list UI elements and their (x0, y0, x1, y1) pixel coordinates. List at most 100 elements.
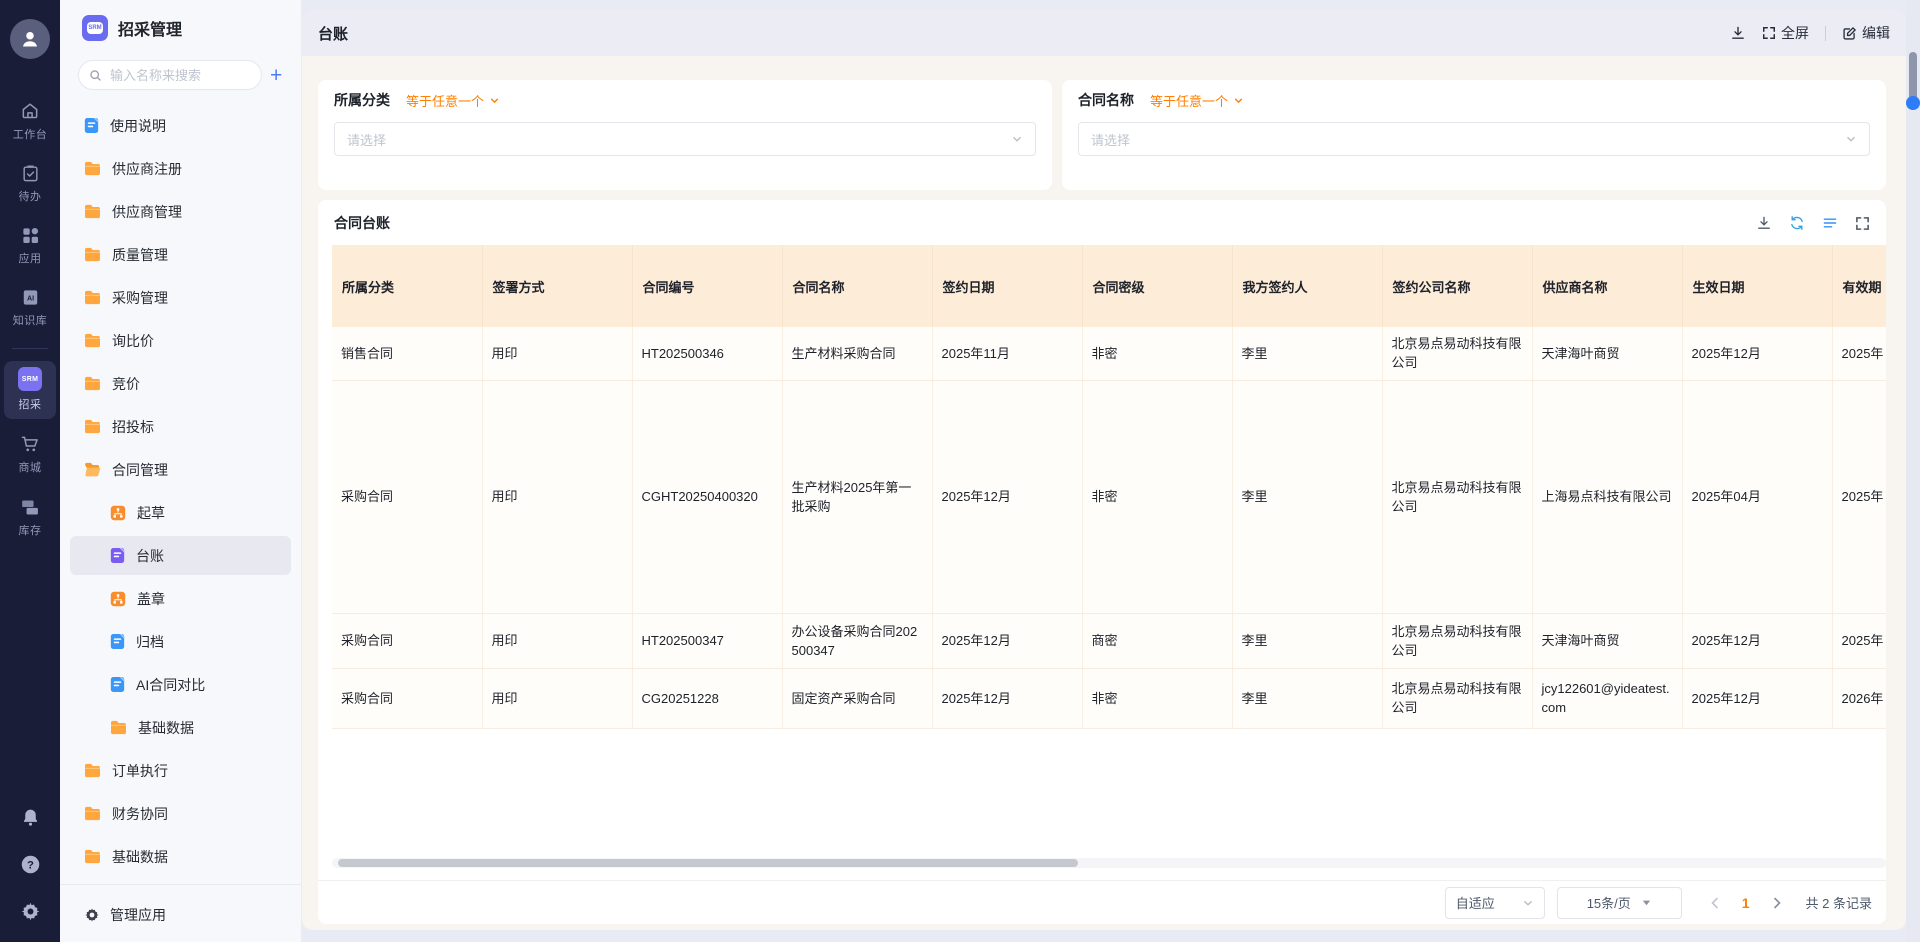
rail-item-inventory[interactable]: 库存 (4, 491, 56, 545)
table-row[interactable]: 采购合同用印HT202500347办公设备采购合同2025003472025年1… (332, 613, 1886, 668)
sidebar-item-bidding[interactable]: 竞价 (60, 362, 301, 405)
sidebar-item-label: 质量管理 (112, 245, 168, 265)
filter-operator[interactable]: 等于任意一个 (1150, 91, 1244, 110)
table-columns-menu-icon[interactable] (1822, 215, 1838, 231)
sidebar-item-label: 合同管理 (112, 460, 168, 480)
folder-icon (84, 849, 101, 864)
sidebar-item-draft[interactable]: 起草 (60, 491, 301, 534)
sidebar-item-tender[interactable]: 招投标 (60, 405, 301, 448)
contract-table: 所属分类签署方式合同编号合同名称签约日期合同密级我方签约人签约公司名称供应商名称… (332, 245, 1886, 729)
search-icon (89, 69, 102, 82)
rail-item-todo[interactable]: 待办 (4, 158, 56, 211)
table-toolbar (1756, 215, 1870, 231)
download-icon (1730, 25, 1746, 41)
sidebar-item-purchase-manage[interactable]: 采购管理 (60, 276, 301, 319)
table-cell: 2025年12月 (1682, 613, 1832, 668)
sidebar-item-ai-contract-compare[interactable]: AI合同对比 (60, 663, 301, 706)
sidebar-item-order-execution[interactable]: 订单执行 (60, 749, 301, 792)
page-title: 台账 (318, 23, 348, 44)
table-cell: 2025年11月 (932, 327, 1082, 380)
filter-value-select[interactable]: 请选择 (1078, 122, 1870, 156)
vertical-scrollbar-track[interactable] (1906, 0, 1920, 942)
filter-labels: 所属分类等于任意一个 (334, 90, 500, 110)
fullscreen-icon (1762, 26, 1776, 40)
sidebar-item-label: 归档 (136, 632, 164, 652)
table-cell: 北京易点易动科技有限公司 (1382, 613, 1532, 668)
rail-divider (12, 348, 48, 349)
scroll-drag-handle[interactable] (1906, 96, 1920, 110)
table-cell: 采购合同 (332, 613, 482, 668)
sidebar-item-manage-apps[interactable]: 管理应用 (84, 898, 166, 932)
sidebar-item-label: 盖章 (137, 589, 165, 609)
search-input[interactable] (108, 67, 251, 84)
sidebar-item-supplier-register[interactable]: 供应商注册 (60, 147, 301, 190)
filter-field-label: 合同名称 (1078, 90, 1134, 110)
settings-gear-icon[interactable] (20, 901, 41, 922)
sidebar-item-seal[interactable]: 盖章 (60, 577, 301, 620)
bell-icon[interactable] (20, 807, 41, 828)
doc-blue-icon (110, 676, 125, 693)
sidebar-item-ledger[interactable]: 台账 (60, 534, 301, 577)
table-cell: 固定资产采购合同 (782, 668, 932, 728)
rail-item-apps[interactable]: 应用 (4, 220, 56, 273)
sidebar-item-base-data-contract[interactable]: 基础数据 (60, 706, 301, 749)
rail-item-knowledge[interactable]: AI知识库 (4, 282, 56, 335)
table-row[interactable]: 采购合同用印CG20251228固定资产采购合同2025年12月非密李里北京易点… (332, 668, 1886, 728)
contract-ledger-card: 合同台账 (318, 200, 1886, 924)
rail-item-label: 待办 (19, 188, 42, 204)
folder-icon (84, 419, 101, 434)
search-box[interactable] (78, 60, 262, 90)
folder-icon (84, 806, 101, 821)
column-header: 生效日期 (1682, 245, 1832, 327)
rail-item-workbench[interactable]: 工作台 (4, 95, 56, 149)
table-row[interactable]: 采购合同用印CGHT20250400320生产材料2025年第一批采购2025年… (332, 380, 1886, 613)
current-page-number[interactable]: 1 (1742, 895, 1750, 911)
table-row[interactable]: 销售合同用印HT202500346生产材料采购合同2025年11月非密李里北京易… (332, 327, 1886, 380)
table-cell: 2025年12月 (932, 668, 1082, 728)
table-cell: 商密 (1082, 613, 1232, 668)
sidebar-item-supplier-manage[interactable]: 供应商管理 (60, 190, 301, 233)
horizontal-scrollbar-thumb[interactable] (338, 859, 1078, 867)
next-page-button[interactable] (1770, 896, 1784, 910)
filter-operator[interactable]: 等于任意一个 (406, 91, 500, 110)
sidebar-item-label: AI合同对比 (136, 675, 205, 695)
sidebar-item-contract-manage[interactable]: 合同管理 (60, 448, 301, 491)
module-sidebar: SRM 招采管理 + 使用说明供应商注册供应商管理质量管理采购管理询比价竞价招投… (60, 0, 302, 942)
sidebar-item-finance-collab[interactable]: 财务协同 (60, 792, 301, 835)
fit-mode-select[interactable]: 自适应 (1445, 887, 1545, 919)
column-header: 合同密级 (1082, 245, 1232, 327)
sidebar-item-label: 招投标 (112, 417, 154, 437)
sidebar-item-usage-guide[interactable]: 使用说明 (60, 104, 301, 147)
vertical-scrollbar-thumb[interactable] (1909, 52, 1917, 102)
user-avatar[interactable] (10, 19, 50, 59)
table-expand-icon[interactable] (1855, 216, 1870, 231)
download-button[interactable] (1730, 25, 1746, 41)
panel-body: 所属分类等于任意一个请选择合同名称等于任意一个请选择 合同台账 (302, 56, 1906, 930)
edit-pencil-icon (1842, 26, 1857, 41)
rail-item-label: 招采 (19, 396, 42, 412)
fullscreen-button[interactable]: 全屏 (1762, 23, 1809, 43)
table-viewport: 所属分类签署方式合同编号合同名称签约日期合同密级我方签约人签约公司名称供应商名称… (332, 245, 1886, 735)
sidebar-item-base-data[interactable]: 基础数据 (60, 835, 301, 878)
table-cell: 2025年12月 (1682, 327, 1832, 380)
help-icon[interactable]: ? (20, 854, 41, 875)
sidebar-item-inquiry-compare[interactable]: 询比价 (60, 319, 301, 362)
page-size-select[interactable]: 15条/页 (1557, 887, 1682, 919)
rail-item-srm[interactable]: SRM招采 (4, 361, 56, 419)
column-header: 我方签约人 (1232, 245, 1382, 327)
prev-page-button[interactable] (1708, 896, 1722, 910)
sidebar-item-quality-manage[interactable]: 质量管理 (60, 233, 301, 276)
add-button[interactable]: + (270, 65, 282, 86)
app-title: 招采管理 (118, 16, 182, 40)
edit-button[interactable]: 编辑 (1842, 23, 1890, 43)
folder-icon (84, 161, 101, 176)
folder-icon (84, 204, 101, 219)
rail-item-label: 应用 (19, 250, 42, 266)
sidebar-item-archive[interactable]: 归档 (60, 620, 301, 663)
rail-nav: 工作台待办应用 AI知识库 SRM招采商城库存 (0, 95, 60, 554)
rail-item-mall[interactable]: 商城 (4, 428, 56, 482)
table-download-icon[interactable] (1756, 215, 1772, 231)
filter-value-select[interactable]: 请选择 (334, 122, 1036, 156)
sidebar-item-label: 基础数据 (112, 847, 168, 867)
table-refresh-icon[interactable] (1789, 215, 1805, 231)
